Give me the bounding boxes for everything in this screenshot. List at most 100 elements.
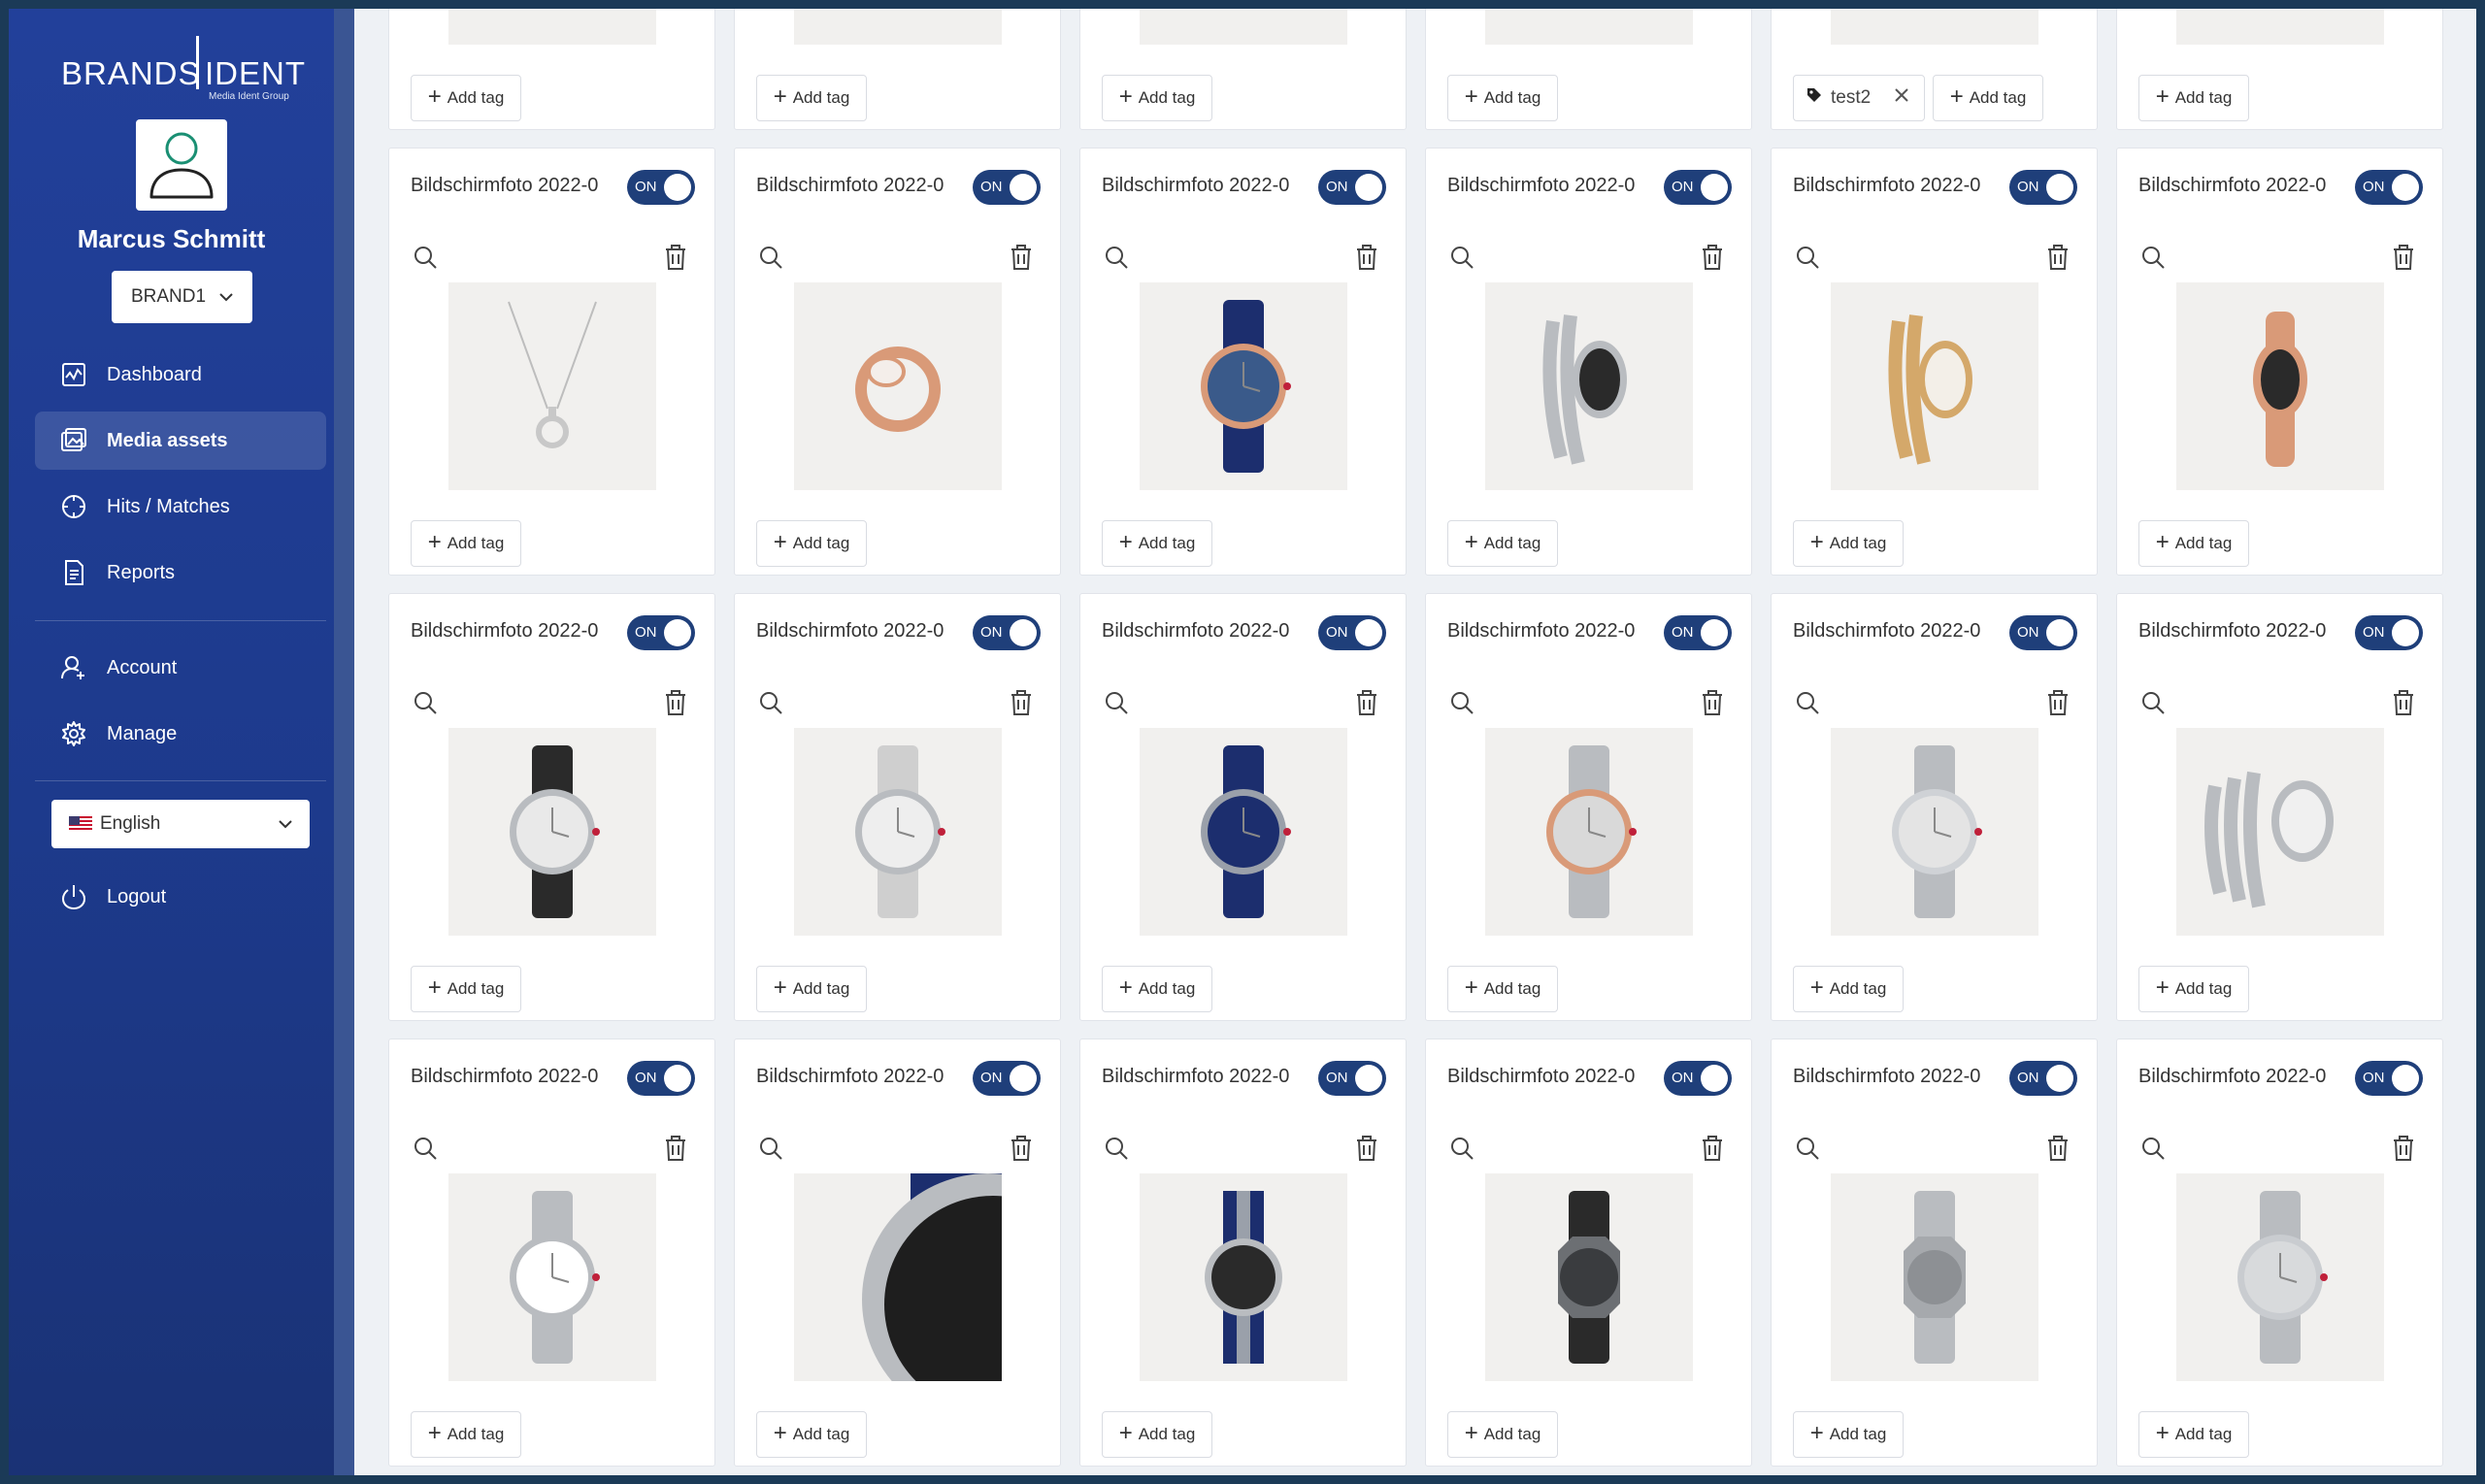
media-thumbnail[interactable] — [1140, 9, 1347, 45]
trash-icon[interactable] — [664, 1135, 687, 1162]
magnify-icon[interactable] — [1795, 1136, 1820, 1161]
visibility-toggle[interactable]: ON — [2009, 615, 2077, 650]
visibility-toggle[interactable]: ON — [1318, 170, 1386, 205]
magnify-icon[interactable] — [1795, 245, 1820, 270]
magnify-icon[interactable] — [758, 245, 783, 270]
media-thumbnail[interactable] — [448, 728, 656, 936]
trash-icon[interactable] — [664, 244, 687, 271]
magnify-icon[interactable] — [2140, 245, 2166, 270]
add-tag-button[interactable]: + Add tag — [1793, 966, 1904, 1012]
visibility-toggle[interactable]: ON — [627, 1061, 695, 1096]
media-thumbnail[interactable] — [2176, 1173, 2384, 1381]
brand-select[interactable]: BRAND1 — [112, 271, 252, 323]
trash-icon[interactable] — [2046, 244, 2070, 271]
media-thumbnail[interactable] — [794, 728, 1002, 936]
add-tag-button[interactable]: + Add tag — [1102, 75, 1212, 121]
brand-logo[interactable]: BRANDS IDENT Media Ident Group — [61, 34, 314, 107]
media-thumbnail[interactable] — [1140, 1173, 1347, 1381]
add-tag-button[interactable]: + Add tag — [756, 966, 867, 1012]
trash-icon[interactable] — [1701, 689, 1724, 716]
media-thumbnail[interactable] — [1831, 728, 2038, 936]
magnify-icon[interactable] — [1449, 690, 1474, 715]
add-tag-button[interactable]: + Add tag — [1793, 520, 1904, 567]
visibility-toggle[interactable]: ON — [2009, 1061, 2077, 1096]
add-tag-button[interactable]: + Add tag — [1102, 520, 1212, 567]
add-tag-button[interactable]: + Add tag — [1447, 75, 1558, 121]
add-tag-button[interactable]: + Add tag — [1102, 966, 1212, 1012]
add-tag-button[interactable]: + Add tag — [2138, 75, 2249, 121]
nav-reports[interactable]: Reports — [35, 544, 326, 602]
magnify-icon[interactable] — [413, 245, 438, 270]
media-thumbnail[interactable] — [794, 282, 1002, 490]
trash-icon[interactable] — [2392, 689, 2415, 716]
trash-icon[interactable] — [1701, 1135, 1724, 1162]
visibility-toggle[interactable]: ON — [627, 170, 695, 205]
visibility-toggle[interactable]: ON — [2355, 1061, 2423, 1096]
add-tag-button[interactable]: + Add tag — [2138, 520, 2249, 567]
language-select[interactable]: English — [51, 800, 310, 848]
add-tag-button[interactable]: + Add tag — [1447, 520, 1558, 567]
media-thumbnail[interactable] — [1140, 728, 1347, 936]
trash-icon[interactable] — [1355, 244, 1378, 271]
avatar[interactable] — [136, 119, 227, 211]
trash-icon[interactable] — [2392, 1135, 2415, 1162]
magnify-icon[interactable] — [1104, 245, 1129, 270]
visibility-toggle[interactable]: ON — [973, 170, 1041, 205]
magnify-icon[interactable] — [413, 1136, 438, 1161]
add-tag-button[interactable]: + Add tag — [411, 520, 521, 567]
media-thumbnail[interactable] — [794, 1173, 1002, 1381]
add-tag-button[interactable]: + Add tag — [1793, 1411, 1904, 1458]
nav-logout[interactable]: Logout — [35, 868, 326, 926]
media-thumbnail[interactable] — [448, 282, 656, 490]
magnify-icon[interactable] — [1449, 245, 1474, 270]
visibility-toggle[interactable]: ON — [973, 615, 1041, 650]
visibility-toggle[interactable]: ON — [1318, 1061, 1386, 1096]
nav-media-assets[interactable]: Media assets — [35, 412, 326, 470]
nav-account[interactable]: Account — [35, 639, 326, 697]
visibility-toggle[interactable]: ON — [1664, 170, 1732, 205]
media-thumbnail[interactable] — [1831, 1173, 2038, 1381]
add-tag-button[interactable]: + Add tag — [2138, 966, 2249, 1012]
trash-icon[interactable] — [1355, 1135, 1378, 1162]
magnify-icon[interactable] — [758, 690, 783, 715]
media-thumbnail[interactable] — [1485, 1173, 1693, 1381]
trash-icon[interactable] — [1701, 244, 1724, 271]
trash-icon[interactable] — [2046, 1135, 2070, 1162]
add-tag-button[interactable]: + Add tag — [756, 75, 867, 121]
magnify-icon[interactable] — [1104, 690, 1129, 715]
add-tag-button[interactable]: + Add tag — [411, 1411, 521, 1458]
add-tag-button[interactable]: + Add tag — [1447, 1411, 1558, 1458]
visibility-toggle[interactable]: ON — [2009, 170, 2077, 205]
visibility-toggle[interactable]: ON — [2355, 170, 2423, 205]
nav-hits-matches[interactable]: Hits / Matches — [35, 478, 326, 536]
media-thumbnail[interactable] — [1140, 282, 1347, 490]
nav-manage[interactable]: Manage — [35, 705, 326, 763]
add-tag-button[interactable]: + Add tag — [756, 1411, 867, 1458]
visibility-toggle[interactable]: ON — [1664, 1061, 1732, 1096]
visibility-toggle[interactable]: ON — [627, 615, 695, 650]
trash-icon[interactable] — [1010, 689, 1033, 716]
magnify-icon[interactable] — [758, 1136, 783, 1161]
magnify-icon[interactable] — [2140, 690, 2166, 715]
magnify-icon[interactable] — [1104, 1136, 1129, 1161]
close-icon[interactable] — [1871, 87, 1909, 109]
media-thumbnail[interactable] — [1831, 9, 2038, 45]
nav-dashboard[interactable]: Dashboard — [35, 346, 326, 404]
magnify-icon[interactable] — [413, 690, 438, 715]
media-thumbnail[interactable] — [2176, 9, 2384, 45]
add-tag-button[interactable]: + Add tag — [2138, 1411, 2249, 1458]
add-tag-button[interactable]: + Add tag — [411, 75, 521, 121]
trash-icon[interactable] — [1010, 1135, 1033, 1162]
media-thumbnail[interactable] — [2176, 282, 2384, 490]
magnify-icon[interactable] — [1449, 1136, 1474, 1161]
media-thumbnail[interactable] — [448, 1173, 656, 1381]
media-thumbnail[interactable] — [1485, 282, 1693, 490]
add-tag-button[interactable]: + Add tag — [411, 966, 521, 1012]
media-thumbnail[interactable] — [448, 9, 656, 45]
magnify-icon[interactable] — [1795, 690, 1820, 715]
media-thumbnail[interactable] — [2176, 728, 2384, 936]
visibility-toggle[interactable]: ON — [973, 1061, 1041, 1096]
magnify-icon[interactable] — [2140, 1136, 2166, 1161]
trash-icon[interactable] — [2046, 689, 2070, 716]
media-thumbnail[interactable] — [1485, 728, 1693, 936]
